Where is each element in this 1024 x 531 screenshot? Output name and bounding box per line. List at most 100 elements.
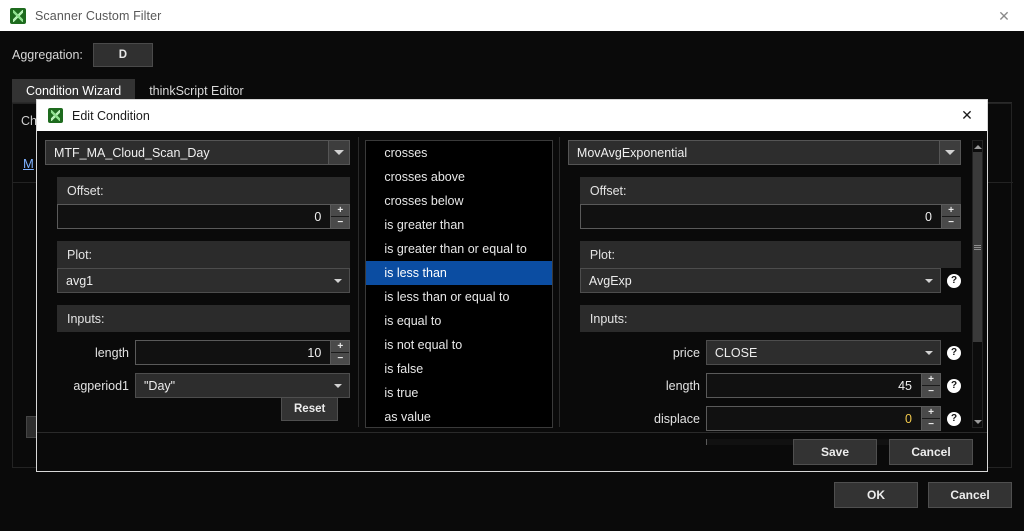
window-footer: OK Cancel [0, 472, 1024, 531]
right-offset-header: Offset: [580, 177, 961, 204]
operator-item[interactable]: is equal to [366, 309, 552, 333]
cancel-button[interactable]: Cancel [928, 482, 1012, 508]
operator-item[interactable]: crosses [366, 141, 552, 165]
help-icon[interactable]: ? [947, 346, 961, 360]
chevron-down-icon[interactable] [918, 351, 940, 355]
left-input-agperiod1-row: agperiod1 "Day" [57, 373, 350, 398]
operator-item[interactable]: is less than or equal to [366, 285, 552, 309]
left-offset-stepper[interactable]: +− [330, 205, 349, 228]
aggregation-button[interactable]: D [93, 43, 153, 67]
window-title: Scanner Custom Filter [35, 9, 161, 23]
help-icon[interactable]: ? [947, 274, 961, 288]
right-input-price-label: price [580, 346, 700, 360]
left-input-length-control: 10 +− [135, 340, 350, 365]
right-input-displace-field[interactable]: 0 +− [706, 406, 941, 431]
left-input-length-row: length 10 +− [57, 340, 350, 365]
left-plot-header: Plot: [57, 241, 350, 268]
stepper-down-icon: − [922, 386, 940, 397]
left-operand-panel: MTF_MA_Cloud_Scan_Day Offset: 0 +− Plot:… [37, 131, 358, 433]
operator-list[interactable]: crosses crosses above crosses below is g… [365, 140, 553, 428]
right-input-length-value: 45 [707, 374, 921, 397]
operator-item[interactable]: crosses below [366, 189, 552, 213]
stepper-up-icon: + [331, 205, 349, 217]
stepper-up-icon: + [331, 341, 349, 353]
operator-item[interactable]: is greater than or equal to [366, 237, 552, 261]
left-offset-header: Offset: [57, 177, 350, 204]
left-input-length-field[interactable]: 10 +− [135, 340, 350, 365]
right-offset-stepper[interactable]: +− [941, 205, 960, 228]
right-input-length-field[interactable]: 45 +− [706, 373, 941, 398]
right-input-price-select[interactable]: CLOSE [706, 340, 941, 365]
modal-titlebar: Edit Condition ✕ [37, 100, 987, 131]
left-input-length-value: 10 [136, 341, 330, 364]
left-input-agperiod1-select[interactable]: "Day" [135, 373, 350, 398]
left-offset-field[interactable]: 0 +− [57, 204, 350, 229]
stepper-up-icon: + [942, 205, 960, 217]
operator-item[interactable]: is greater than [366, 213, 552, 237]
modal-close-icon[interactable]: ✕ [947, 100, 987, 131]
right-offset-value: 0 [581, 205, 941, 228]
help-icon[interactable]: ? [947, 379, 961, 393]
scrollbar-track[interactable] [973, 152, 982, 416]
right-plot-row: AvgExp ? [580, 268, 961, 293]
scrollbar-thumb[interactable] [973, 152, 982, 342]
right-inputs-header: Inputs: [580, 305, 961, 332]
right-input-length-stepper[interactable]: +− [921, 374, 940, 397]
window-footer-buttons: OK Cancel [834, 482, 1012, 508]
modal-title: Edit Condition [72, 109, 150, 123]
scroll-up-icon[interactable] [973, 141, 982, 152]
left-offset-value: 0 [58, 205, 330, 228]
scroll-down-icon[interactable] [973, 416, 982, 427]
left-input-agperiod1-value: "Day" [136, 379, 327, 393]
stepper-down-icon: − [942, 217, 960, 228]
right-operand-panel: MovAvgExponential Offset: 0 +− Plot: Avg… [560, 131, 987, 433]
right-study-select[interactable]: MovAvgExponential [568, 140, 961, 165]
operator-item[interactable]: is false [366, 357, 552, 381]
right-offset-field[interactable]: 0 +− [580, 204, 961, 229]
ok-button[interactable]: OK [834, 482, 918, 508]
modal-body: MTF_MA_Cloud_Scan_Day Offset: 0 +− Plot:… [37, 131, 987, 433]
edit-condition-dialog: Edit Condition ✕ MTF_MA_Cloud_Scan_Day O… [36, 99, 988, 472]
left-study-select[interactable]: MTF_MA_Cloud_Scan_Day [45, 140, 350, 165]
stepper-down-icon: − [922, 419, 940, 430]
left-plot-select[interactable]: avg1 [57, 268, 350, 293]
condition-link[interactable]: M [23, 156, 34, 171]
modal-cancel-button[interactable]: Cancel [889, 439, 973, 465]
aggregation-row: Aggregation: D [12, 43, 153, 67]
right-input-length-control: 45 +− [706, 373, 941, 398]
right-plot-control: AvgExp [580, 268, 941, 293]
stepper-up-icon: + [922, 407, 940, 419]
close-icon[interactable]: ✕ [984, 0, 1024, 31]
stepper-up-icon: + [922, 374, 940, 386]
left-inputs-header: Inputs: [57, 305, 350, 332]
reset-button[interactable]: Reset [281, 397, 338, 421]
chevron-down-icon[interactable] [939, 141, 960, 164]
chevron-down-icon[interactable] [328, 141, 349, 164]
right-input-price-row: price CLOSE ? [580, 340, 961, 365]
window-titlebar: Scanner Custom Filter ✕ [0, 0, 1024, 31]
chevron-down-icon[interactable] [918, 279, 940, 283]
left-input-length-stepper[interactable]: +− [330, 341, 349, 364]
operator-item-selected[interactable]: is less than [366, 261, 552, 285]
save-button[interactable]: Save [793, 439, 877, 465]
operator-item[interactable]: crosses above [366, 165, 552, 189]
stepper-down-icon: − [331, 217, 349, 228]
right-input-displace-control: 0 +− [706, 406, 941, 431]
operator-item[interactable]: as value [366, 405, 552, 428]
modal-footer-buttons: Save Cancel [793, 439, 973, 465]
right-panel-scrollbar[interactable] [972, 140, 983, 428]
chevron-down-icon[interactable] [327, 384, 349, 388]
thinkorswim-icon [10, 8, 26, 24]
chevron-down-icon[interactable] [327, 279, 349, 283]
grip-icon [974, 245, 981, 250]
left-study-value: MTF_MA_Cloud_Scan_Day [46, 146, 328, 160]
right-study-value: MovAvgExponential [569, 146, 939, 160]
operator-panel: crosses crosses above crosses below is g… [359, 131, 559, 433]
help-icon[interactable]: ? [947, 412, 961, 426]
right-plot-select[interactable]: AvgExp [580, 268, 941, 293]
right-input-displace-value: 0 [707, 407, 921, 430]
right-input-displace-stepper[interactable]: +− [921, 407, 940, 430]
scanner-custom-filter-window: Scanner Custom Filter ✕ Aggregation: D C… [0, 0, 1024, 531]
operator-item[interactable]: is not equal to [366, 333, 552, 357]
operator-item[interactable]: is true [366, 381, 552, 405]
